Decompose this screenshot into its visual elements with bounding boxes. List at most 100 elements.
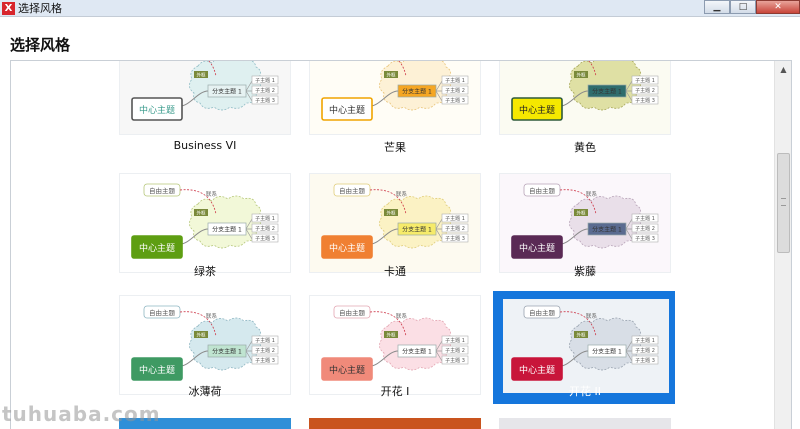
subtopic-text: 子主题 2 <box>255 347 275 354</box>
style-tile-4[interactable]: 自由主题 联系外框分支主题 1 子主题 1 子主题 2 子主题 3 中心主题 <box>309 173 481 273</box>
branch-topic-text: 分支主题 1 <box>592 88 622 96</box>
relationship-label: 联系 <box>586 190 598 198</box>
central-topic-text: 中心主题 <box>519 364 555 376</box>
style-tile-6[interactable]: 自由主题 联系外框分支主题 1 子主题 1 子主题 2 子主题 3 中心主题 <box>119 295 291 395</box>
subtopic-text: 子主题 2 <box>635 87 655 94</box>
boundary-label-text: 外框 <box>197 72 206 79</box>
boundary-label-text: 外框 <box>197 332 206 339</box>
vertical-scrollbar[interactable]: ▲ <box>774 61 791 429</box>
subtopic-text: 子主题 3 <box>445 235 465 242</box>
subtopic-text: 子主题 2 <box>445 87 465 94</box>
style-tile-3[interactable]: 自由主题 联系外框分支主题 1 子主题 1 子主题 2 子主题 3 中心主题 <box>119 173 291 273</box>
relationship-label: 联系 <box>206 312 218 320</box>
branch-topic-text: 分支主题 1 <box>212 348 242 356</box>
subtopic-text: 子主题 1 <box>445 337 465 344</box>
subtopic-text: 子主题 2 <box>255 87 275 94</box>
subtopic-text: 子主题 3 <box>635 97 655 104</box>
floating-topic-text: 自由主题 <box>149 308 176 317</box>
style-tile-8[interactable]: 自由主题 联系外框分支主题 1 子主题 1 子主题 2 子主题 3 中心主题 <box>499 295 671 395</box>
floating-topic-text: 自由主题 <box>529 308 556 317</box>
style-gallery: 自由主题 联系 外框 分支主题 1 子主题 1 子主题 2 子主题 3 中心主题 Busines… <box>10 60 792 429</box>
subtopic-text: 子主题 2 <box>445 225 465 232</box>
grip-icon <box>781 198 786 206</box>
subtopic-text: 子主题 1 <box>255 215 275 222</box>
floating-topic-text: 自由主题 <box>339 308 366 317</box>
subtopic-text: 子主题 3 <box>255 97 275 104</box>
relationship-label: 联系 <box>206 190 218 198</box>
central-topic-text: 中心主题 <box>139 242 175 254</box>
subtopic-text: 子主题 2 <box>255 225 275 232</box>
branch-topic-text: 分支主题 1 <box>592 226 622 234</box>
close-icon[interactable]: ✕ <box>756 0 800 14</box>
subtopic-text: 子主题 1 <box>445 77 465 84</box>
app-logo-icon: X <box>2 2 15 15</box>
subtopic-text: 子主题 3 <box>635 357 655 364</box>
relationship-label: 联系 <box>396 190 408 198</box>
subtopic-text: 子主题 3 <box>635 235 655 242</box>
style-name-label: 黄色 <box>574 141 596 154</box>
subtopic-text: 子主题 2 <box>445 347 465 354</box>
relationship-label: 联系 <box>586 312 598 320</box>
subtopic-text: 子主题 2 <box>635 225 655 232</box>
window-title: 选择风格 <box>18 2 62 15</box>
minimize-icon[interactable]: ▁ <box>704 0 730 14</box>
boundary-label-text: 外框 <box>577 210 586 217</box>
central-topic-text: 中心主题 <box>329 104 365 116</box>
style-name-label: 开花 I <box>380 385 410 398</box>
subtopic-text: 子主题 1 <box>635 77 655 84</box>
subtopic-text: 子主题 1 <box>635 337 655 344</box>
boundary-label-text: 外框 <box>577 72 586 79</box>
next-row-tile-2[interactable] <box>309 418 481 429</box>
central-topic-text: 中心主题 <box>329 242 365 254</box>
style-name-label: 绿茶 <box>194 265 216 278</box>
branch-topic-text: 分支主题 1 <box>402 88 432 96</box>
central-topic-text: 中心主题 <box>329 364 365 376</box>
style-tile-2[interactable]: 自由主题 联系 外框 分支主题 1 子主题 1 子主题 2 子主题 3 中心主题 <box>499 61 671 135</box>
subtopic-text: 子主题 1 <box>635 215 655 222</box>
window-titlebar: X 选择风格 ▁ □ ✕ <box>0 0 800 17</box>
boundary-label-text: 外框 <box>387 210 396 217</box>
boundary-label-text: 外框 <box>387 332 396 339</box>
window-controls: ▁ □ ✕ <box>704 0 800 14</box>
floating-topic-text: 自由主题 <box>149 186 176 195</box>
boundary-label-text: 外框 <box>577 332 586 339</box>
central-topic-text: 中心主题 <box>519 242 555 254</box>
style-tile-0[interactable]: 自由主题 联系 外框 分支主题 1 子主题 1 子主题 2 子主题 3 中心主题 <box>119 61 291 135</box>
style-name-label: 芒果 <box>384 141 406 154</box>
watermark: tuhuaba.com <box>2 402 161 426</box>
branch-topic-text: 分支主题 1 <box>212 88 242 96</box>
subtopic-text: 子主题 3 <box>445 97 465 104</box>
branch-topic-text: 分支主题 1 <box>212 226 242 234</box>
subtopic-text: 子主题 3 <box>255 357 275 364</box>
branch-topic-text: 分支主题 1 <box>402 226 432 234</box>
subtopic-text: 子主题 3 <box>255 235 275 242</box>
boundary-label-text: 外框 <box>197 210 206 217</box>
subtopic-text: 子主题 1 <box>255 337 275 344</box>
boundary-label-text: 外框 <box>387 72 396 79</box>
maximize-icon[interactable]: □ <box>730 0 756 14</box>
central-topic-text: 中心主题 <box>139 364 175 376</box>
floating-topic-text: 自由主题 <box>339 186 366 195</box>
style-tile-5[interactable]: 自由主题 联系外框分支主题 1 子主题 1 子主题 2 子主题 3 中心主题 <box>499 173 671 273</box>
scroll-up-icon[interactable]: ▲ <box>775 61 791 78</box>
branch-topic-text: 分支主题 1 <box>592 348 622 356</box>
style-name-label: 紫藤 <box>574 265 596 278</box>
scrollbar-thumb[interactable] <box>777 153 790 253</box>
style-tile-1[interactable]: 自由主题 联系 外框 分支主题 1 子主题 1 子主题 2 子主题 3 中心主题 <box>309 61 481 135</box>
relationship-label: 联系 <box>396 312 408 320</box>
subtopic-text: 子主题 1 <box>255 77 275 84</box>
style-name-label: 开花 II <box>569 385 601 398</box>
page-title: 选择风格 <box>10 36 71 54</box>
branch-topic-text: 分支主题 1 <box>402 348 432 356</box>
style-name-label: Business VI <box>173 139 237 152</box>
style-name-label: 卡通 <box>384 265 406 278</box>
floating-topic-text: 自由主题 <box>529 186 556 195</box>
subtopic-text: 子主题 1 <box>445 215 465 222</box>
subtopic-text: 子主题 2 <box>635 347 655 354</box>
style-tile-7[interactable]: 自由主题 联系外框分支主题 1 子主题 1 子主题 2 子主题 3 中心主题 <box>309 295 481 395</box>
next-row-tile-3[interactable] <box>499 418 671 429</box>
subtopic-text: 子主题 3 <box>445 357 465 364</box>
style-name-label: 冰薄荷 <box>188 385 222 398</box>
central-topic-text: 中心主题 <box>519 104 555 116</box>
central-topic-text: 中心主题 <box>139 104 175 116</box>
